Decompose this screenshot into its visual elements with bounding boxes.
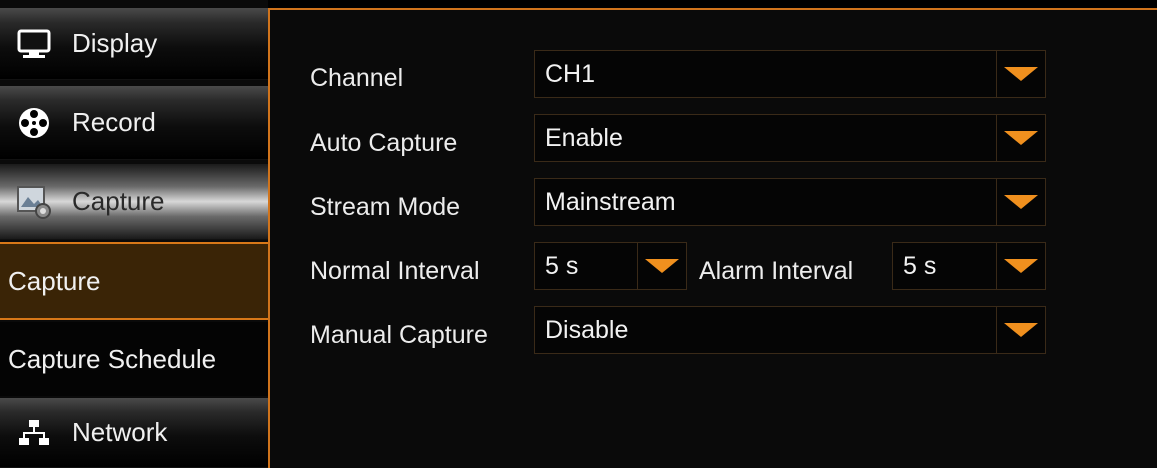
chevron-down-icon[interactable] bbox=[996, 115, 1045, 161]
sidebar-subitem-capture[interactable]: Capture bbox=[0, 242, 268, 320]
normal-interval-value: 5 s bbox=[545, 251, 579, 280]
sidebar-item-label: Capture bbox=[8, 265, 101, 296]
sidebar-subitem-capture-schedule[interactable]: Capture Schedule bbox=[0, 322, 268, 396]
normal-interval-label: Normal Interval bbox=[310, 257, 480, 285]
auto-capture-dropdown[interactable]: Enable bbox=[534, 114, 1046, 162]
stream-mode-value: Mainstream bbox=[545, 187, 676, 216]
channel-label: Channel bbox=[310, 64, 404, 92]
sidebar-item-record[interactable]: Record bbox=[0, 86, 268, 160]
channel-dropdown[interactable]: CH1 bbox=[534, 50, 1046, 98]
auto-capture-value: Enable bbox=[545, 123, 623, 152]
normal-interval-dropdown[interactable]: 5 s bbox=[534, 242, 687, 290]
stream-mode-dropdown[interactable]: Mainstream bbox=[534, 178, 1046, 226]
alarm-interval-dropdown[interactable]: 5 s bbox=[892, 242, 1046, 290]
film-reel-icon bbox=[14, 106, 54, 140]
chevron-down-icon[interactable] bbox=[996, 307, 1045, 353]
chevron-down-icon[interactable] bbox=[996, 51, 1045, 97]
sidebar-item-capture[interactable]: Capture bbox=[0, 164, 268, 240]
manual-capture-label: Manual Capture bbox=[310, 321, 488, 349]
sidebar-item-label: Display bbox=[72, 28, 158, 58]
sidebar-item-label: Capture bbox=[72, 186, 165, 216]
chevron-down-icon[interactable] bbox=[637, 243, 686, 289]
auto-capture-label: Auto Capture bbox=[310, 129, 458, 157]
alarm-interval-value: 5 s bbox=[903, 251, 937, 280]
chevron-down-icon[interactable] bbox=[996, 243, 1045, 289]
stream-mode-label: Stream Mode bbox=[310, 193, 461, 221]
sidebar-item-display[interactable]: Display bbox=[0, 8, 268, 80]
manual-capture-dropdown[interactable]: Disable bbox=[534, 306, 1046, 354]
channel-value: CH1 bbox=[545, 59, 596, 88]
chevron-down-icon[interactable] bbox=[996, 179, 1045, 225]
manual-capture-value: Disable bbox=[545, 315, 629, 344]
monitor-icon bbox=[14, 27, 54, 61]
sidebar-item-label: Record bbox=[72, 107, 156, 137]
sidebar-item-label: Capture Schedule bbox=[8, 343, 217, 374]
sidebar: Display Record Capture Capture Capture S… bbox=[0, 0, 268, 468]
sidebar-item-network[interactable]: Network bbox=[0, 398, 268, 468]
sidebar-item-label: Network bbox=[72, 417, 168, 447]
capture-settings-panel: Channel CH1 Auto Capture Enable Stream M… bbox=[268, 8, 1157, 468]
network-icon bbox=[14, 416, 54, 450]
capture-image-icon bbox=[14, 185, 54, 219]
alarm-interval-label: Alarm Interval bbox=[699, 257, 854, 285]
